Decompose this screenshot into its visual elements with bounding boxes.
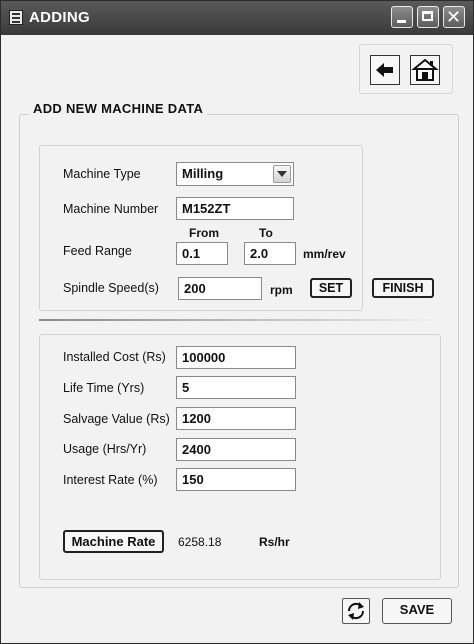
- adding-window: ADDING ✕ ADD NEW MACHINE DATA Machine Ty…: [0, 0, 474, 644]
- machine-type-label: Machine Type: [63, 167, 141, 181]
- back-button[interactable]: [370, 55, 400, 85]
- feed-to-input[interactable]: 2.0: [244, 242, 296, 265]
- group-title: ADD NEW MACHINE DATA: [29, 101, 208, 116]
- salvage-value-input[interactable]: 1200: [176, 407, 296, 430]
- salvage-value-label: Salvage Value (Rs): [63, 412, 170, 426]
- close-icon: ✕: [446, 7, 462, 27]
- interest-rate-input[interactable]: 150: [176, 468, 296, 491]
- minimize-icon: [397, 20, 406, 23]
- arrow-left-icon: [376, 63, 393, 77]
- life-time-label: Life Time (Yrs): [63, 381, 145, 395]
- refresh-button[interactable]: [342, 598, 370, 624]
- chevron-down-icon[interactable]: [273, 165, 291, 183]
- close-button[interactable]: ✕: [443, 6, 465, 28]
- installed-cost-input[interactable]: 100000: [176, 346, 296, 369]
- feed-from-input[interactable]: 0.1: [176, 242, 228, 265]
- feed-range-label: Feed Range: [63, 244, 132, 258]
- save-button[interactable]: SAVE: [382, 598, 452, 624]
- machine-type-value: Milling: [182, 166, 224, 181]
- refresh-icon: [347, 602, 365, 620]
- machine-number-label: Machine Number: [63, 202, 159, 216]
- machine-rate-unit: Rs/hr: [259, 535, 290, 549]
- maximize-button[interactable]: [417, 6, 439, 28]
- interest-rate-label: Interest Rate (%): [63, 473, 158, 487]
- machine-number-input[interactable]: M152ZT: [176, 197, 294, 220]
- home-button[interactable]: [410, 55, 440, 85]
- feed-unit: mm/rev: [303, 247, 346, 261]
- usage-label: Usage (Hrs/Yr): [63, 442, 147, 456]
- spindle-speed-label: Spindle Speed(s): [63, 281, 159, 295]
- usage-input[interactable]: 2400: [176, 438, 296, 461]
- feed-from-header: From: [189, 226, 219, 240]
- set-button[interactable]: SET: [310, 278, 352, 298]
- maximize-icon: [422, 11, 433, 21]
- installed-cost-label: Installed Cost (Rs): [63, 350, 166, 364]
- machine-rate-value: 6258.18: [178, 535, 222, 549]
- feed-to-header: To: [259, 226, 273, 240]
- home-icon: [411, 58, 439, 81]
- minimize-button[interactable]: [391, 6, 413, 28]
- window-app-icon: [9, 10, 23, 25]
- section-divider: [39, 319, 441, 321]
- machine-type-select[interactable]: Milling: [176, 162, 294, 186]
- nav-panel: [359, 44, 453, 94]
- spindle-unit: rpm: [270, 283, 293, 297]
- spindle-speed-input[interactable]: 200: [178, 277, 262, 300]
- finish-button[interactable]: FINISH: [372, 278, 434, 298]
- life-time-input[interactable]: 5: [176, 376, 296, 399]
- machine-rate-button[interactable]: Machine Rate: [63, 530, 164, 553]
- title-bar[interactable]: ADDING ✕: [1, 1, 473, 35]
- window-title: ADDING: [29, 9, 90, 26]
